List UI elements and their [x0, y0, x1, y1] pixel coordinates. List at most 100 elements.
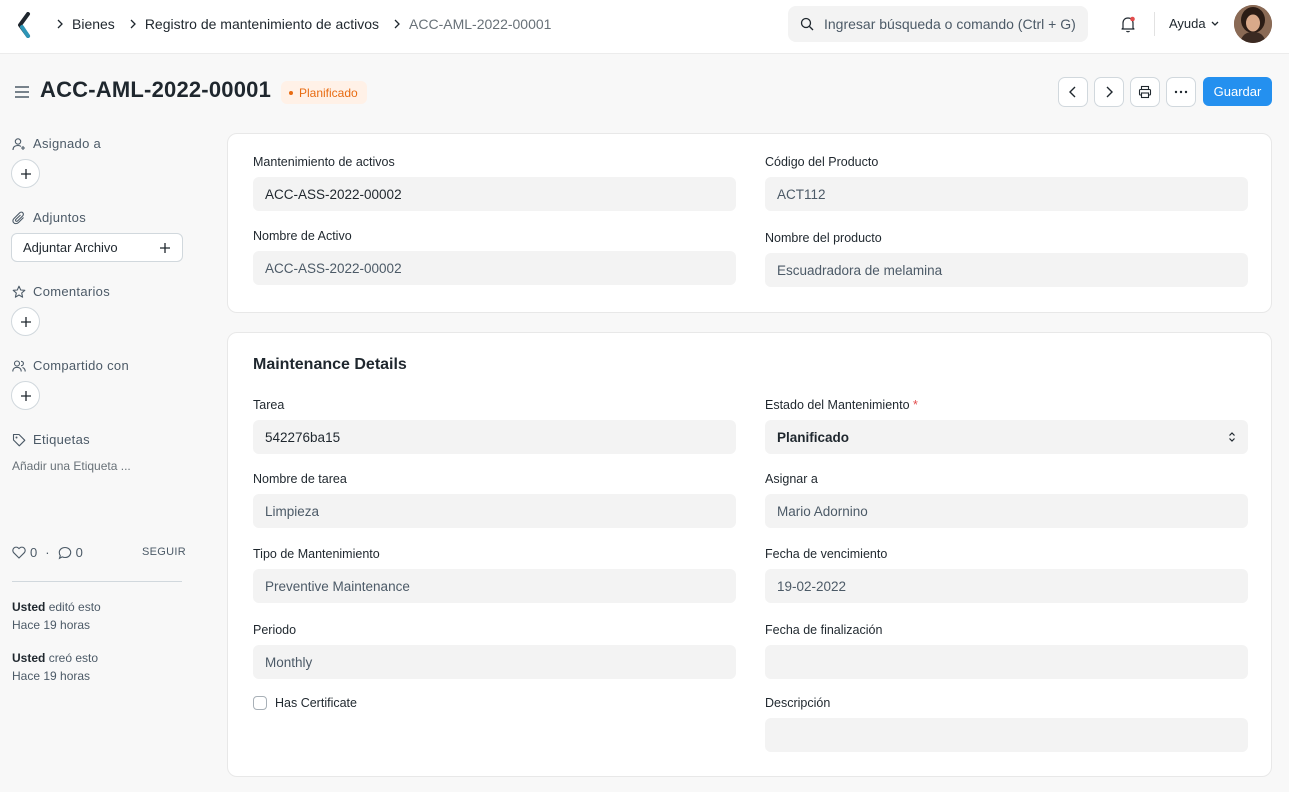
chevron-left-icon: [1069, 86, 1076, 98]
more-actions-button[interactable]: [1166, 77, 1196, 107]
plus-icon: [160, 242, 170, 253]
item-code-label: Código del Producto: [765, 155, 879, 169]
comments-count[interactable]: 0: [58, 545, 83, 560]
asset-maintenance-label: Mantenimiento de activos: [253, 155, 395, 169]
status-dot: [289, 90, 293, 95]
paperclip-icon: [12, 211, 24, 224]
ellipsis-icon: [1174, 90, 1188, 94]
breadcrumb-bienes[interactable]: Bienes: [72, 16, 115, 32]
app-logo-icon[interactable]: [16, 12, 34, 38]
description-label: Descripción: [765, 696, 831, 710]
period-field: Monthly: [253, 645, 736, 679]
task-name-field: Limpieza: [253, 494, 736, 528]
chevron-down-icon: [1211, 21, 1219, 26]
comments-label: Comentarios: [33, 284, 110, 299]
attach-file-label: Adjuntar Archivo: [23, 240, 118, 255]
star-icon: [12, 285, 26, 298]
add-comment-button[interactable]: [11, 307, 40, 336]
has-certificate-row[interactable]: Has Certificate: [253, 696, 357, 710]
add-assignee-button[interactable]: [11, 159, 40, 188]
print-button[interactable]: [1130, 77, 1160, 107]
notification-bell-icon[interactable]: [1118, 14, 1138, 34]
follow-button[interactable]: SEGUIR: [142, 546, 186, 558]
sidebar-divider: [12, 581, 182, 582]
due-date-field: 19-02-2022: [765, 569, 1248, 603]
asset-info-card: Mantenimiento de activos ACC-ASS-2022-00…: [227, 133, 1272, 313]
printer-icon: [1138, 85, 1152, 99]
has-certificate-checkbox[interactable]: [253, 696, 267, 710]
chevron-right-icon: [1106, 86, 1113, 98]
assigned-to-section: Asignado a: [12, 136, 101, 151]
breadcrumb: Bienes Registro de mantenimiento de acti…: [52, 0, 561, 48]
navbar-divider: [1154, 12, 1155, 36]
breadcrumb-registro[interactable]: Registro de mantenimiento de activos: [145, 16, 379, 32]
activity-action: creó esto: [48, 651, 99, 665]
item-code-field: ACT112: [765, 177, 1248, 211]
search-bar[interactable]: Ingresar búsqueda o comando (Ctrl + G): [788, 6, 1088, 42]
plus-icon: [20, 390, 31, 401]
activity-action: editó esto: [48, 600, 101, 614]
users-icon: [12, 359, 26, 372]
previous-doc-button[interactable]: [1058, 77, 1088, 107]
stat-separator: ·: [45, 545, 50, 560]
add-user-icon: [12, 137, 25, 150]
asset-name-label: Nombre de Activo: [253, 229, 352, 243]
engagement-stats: 0 · 0: [12, 545, 83, 560]
completion-date-field[interactable]: [765, 645, 1248, 679]
comments-section: Comentarios: [12, 284, 110, 299]
has-certificate-label: Has Certificate: [275, 696, 357, 710]
maintenance-status-select[interactable]: Planificado: [765, 420, 1248, 454]
period-label: Periodo: [253, 623, 297, 637]
maintenance-type-field: Preventive Maintenance: [253, 569, 736, 603]
assign-to-label: Asignar a: [765, 472, 818, 486]
likes-value: 0: [30, 545, 38, 560]
task-field[interactable]: 542276ba15: [253, 420, 736, 454]
sidebar-toggle-icon[interactable]: [13, 83, 31, 101]
attach-file-button[interactable]: Adjuntar Archivo: [11, 233, 183, 262]
likes-count[interactable]: 0: [12, 545, 37, 560]
asset-maintenance-field[interactable]: ACC-ASS-2022-00002: [253, 177, 736, 211]
due-date-label: Fecha de vencimiento: [765, 547, 888, 561]
comments-count-value: 0: [75, 545, 83, 560]
attachments-section: Adjuntos: [12, 210, 86, 225]
search-icon: [800, 17, 814, 31]
activity-item: Usted creó esto Hace 19 horas: [12, 649, 98, 685]
chevron-right-icon: [389, 16, 405, 32]
comment-bubble-icon: [58, 546, 71, 559]
chevron-right-icon: [52, 16, 68, 32]
activity-user: Usted: [12, 600, 46, 614]
assign-to-field: Mario Adornino: [765, 494, 1248, 528]
breadcrumb-current[interactable]: ACC-AML-2022-00001: [409, 16, 551, 32]
activity-item: Usted editó esto Hace 19 horas: [12, 598, 101, 634]
page-title: ACC-AML-2022-00001: [40, 77, 272, 102]
maintenance-details-card: Maintenance Details Tarea 542276ba15 Est…: [227, 332, 1272, 777]
user-avatar[interactable]: [1234, 5, 1272, 43]
activity-time: Hace 19 horas: [12, 669, 91, 683]
next-doc-button[interactable]: [1094, 77, 1124, 107]
maintenance-type-label: Tipo de Mantenimiento: [253, 547, 380, 561]
chevron-right-icon: [125, 16, 141, 32]
tags-label: Etiquetas: [33, 432, 90, 447]
status-badge: Planificado: [281, 81, 367, 104]
required-marker: *: [913, 398, 918, 412]
add-share-button[interactable]: [11, 381, 40, 410]
maintenance-status-label-text: Estado del Mantenimiento: [765, 398, 910, 412]
description-field[interactable]: [765, 718, 1248, 752]
item-name-label: Nombre del producto: [765, 231, 882, 245]
help-dropdown[interactable]: Ayuda: [1169, 16, 1220, 31]
plus-icon: [20, 316, 31, 327]
heart-icon: [12, 546, 26, 559]
asset-name-field: ACC-ASS-2022-00002: [253, 251, 736, 285]
save-button[interactable]: Guardar: [1203, 77, 1272, 106]
status-badge-label: Planificado: [299, 85, 358, 100]
task-label: Tarea: [253, 398, 285, 412]
shared-with-label: Compartido con: [33, 358, 129, 373]
add-tag-link[interactable]: Añadir una Etiqueta ...: [12, 459, 131, 473]
activity-user: Usted: [12, 651, 46, 665]
section-title: Maintenance Details: [253, 356, 407, 373]
task-name-label: Nombre de tarea: [253, 472, 347, 486]
item-name-field: Escuadradora de melamina: [765, 253, 1248, 287]
plus-icon: [20, 168, 31, 179]
tags-section: Etiquetas: [12, 432, 90, 447]
search-input[interactable]: Ingresar búsqueda o comando (Ctrl + G): [824, 16, 1076, 32]
